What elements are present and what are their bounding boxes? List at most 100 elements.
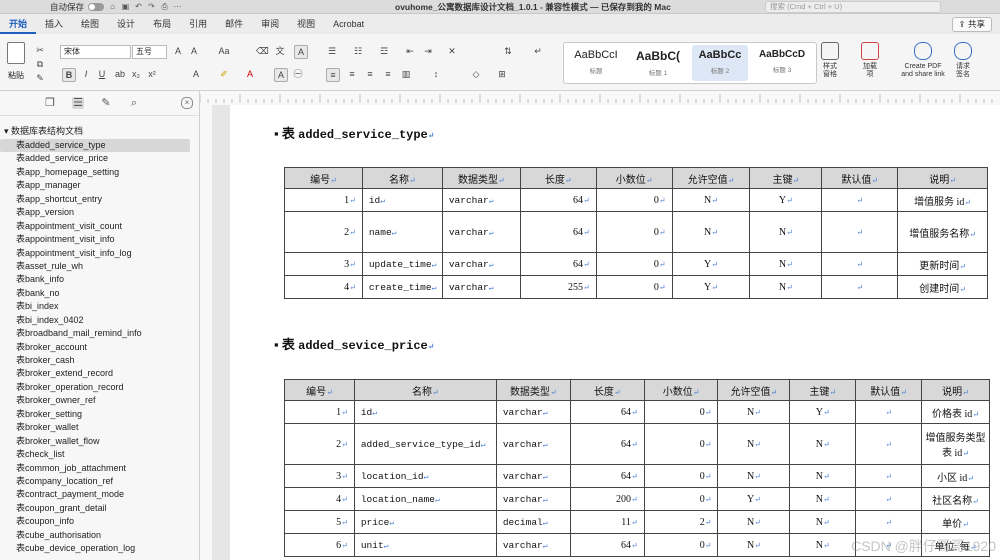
table-cell[interactable]: 增值服务名称↵ (897, 211, 988, 253)
table-cell[interactable]: 64↵ (569, 464, 645, 488)
table-cell[interactable]: 2↵ (643, 510, 719, 534)
table-cell[interactable]: 3↵ (284, 464, 355, 488)
bullets-icon[interactable]: ☰ (326, 45, 338, 57)
table-cell[interactable]: ↵ (855, 510, 923, 534)
table-cell[interactable]: ↵ (855, 400, 923, 424)
column-header[interactable]: 说明↵ (897, 167, 988, 189)
superscript-icon[interactable]: x² (146, 68, 158, 80)
more-icon[interactable]: ⋯ (173, 2, 182, 11)
nav-heading-item[interactable]: 表broker_extend_record (0, 367, 199, 380)
nav-heading-item[interactable]: 表app_homepage_setting (0, 166, 199, 179)
table-cell[interactable]: varchar↵ (495, 423, 571, 465)
nav-heading-item[interactable]: 表appointment_visit_count (0, 220, 199, 233)
horizontal-ruler[interactable] (199, 91, 1000, 106)
table-cell[interactable]: 0↵ (643, 464, 719, 488)
style-heading-2[interactable]: AaBbCc 标题 2 (692, 45, 748, 81)
table-cell[interactable]: N↵ (717, 400, 791, 424)
nav-heading-item[interactable]: 表broadband_mail_remind_info (0, 327, 199, 340)
table-cell[interactable]: 1↵ (284, 400, 355, 424)
nav-heading-item[interactable]: 表bi_index_0402 (0, 314, 199, 327)
nav-heading-item[interactable]: 表added_service_price (0, 152, 199, 165)
font-color-icon[interactable]: A (244, 68, 256, 80)
table-cell[interactable]: Y↵ (717, 487, 791, 511)
strikethrough-icon[interactable]: ab (114, 68, 126, 80)
cut-icon[interactable]: ✂ (34, 44, 46, 56)
tab-layout[interactable]: 布局 (144, 14, 180, 34)
highlight-icon[interactable]: ✐ (218, 68, 230, 80)
table-cell[interactable]: 单价↵ (921, 510, 990, 534)
table-cell[interactable]: 创建时间↵ (897, 275, 988, 299)
table-cell[interactable]: 0↵ (643, 487, 719, 511)
column-header[interactable]: 名称↵ (353, 379, 497, 401)
table-cell[interactable]: N↵ (717, 464, 791, 488)
format-painter-icon[interactable]: ✎ (34, 72, 46, 84)
table-cell[interactable]: 5↵ (284, 510, 355, 534)
char-shading-icon[interactable]: A (274, 68, 288, 82)
table-cell[interactable]: ↵ (821, 188, 899, 212)
decrease-indent-icon[interactable]: ⇤ (404, 45, 416, 57)
table-cell[interactable]: location_id↵ (353, 464, 497, 488)
bold-icon[interactable]: B (62, 68, 76, 82)
tab-home[interactable]: 开始 (0, 14, 37, 34)
nav-heading-item[interactable]: 表app_shortcut_entry (0, 193, 199, 206)
table-cell[interactable]: 价格表 id↵ (921, 400, 990, 424)
table-cell[interactable]: 0↵ (595, 275, 673, 299)
styles-pane-button[interactable]: 样式 窗格 (818, 42, 842, 79)
column-header[interactable]: 允许空值↵ (671, 167, 751, 189)
column-header[interactable]: 长度↵ (519, 167, 597, 189)
table-cell[interactable]: 0↵ (643, 400, 719, 424)
column-header[interactable]: 默认值↵ (821, 167, 899, 189)
table-cell[interactable]: varchar↵ (495, 464, 571, 488)
table-cell[interactable]: N↵ (717, 510, 791, 534)
table-cell[interactable]: id↵ (361, 188, 443, 212)
copy-icon[interactable]: ⧉ (34, 58, 46, 70)
addins-button[interactable]: 加载 项 (858, 42, 882, 79)
nav-heading-item[interactable]: 表broker_setting (0, 408, 199, 421)
table-cell[interactable]: N↵ (717, 423, 791, 465)
table-cell[interactable]: 增值服务 id↵ (897, 188, 988, 212)
grow-font-icon[interactable]: A (172, 45, 184, 57)
table-cell[interactable]: added_service_type_id↵ (353, 423, 497, 465)
increase-indent-icon[interactable]: ⇥ (422, 45, 434, 57)
column-header[interactable]: 说明↵ (921, 379, 990, 401)
text-effects-icon[interactable]: A (190, 68, 202, 80)
table-cell[interactable]: 小区 id↵ (921, 464, 990, 488)
pages-icon[interactable]: ❐ (44, 97, 56, 109)
table-cell[interactable]: 255↵ (519, 275, 597, 299)
table-cell[interactable]: location_name↵ (353, 487, 497, 511)
table-cell[interactable]: varchar↵ (441, 188, 521, 212)
table-cell[interactable]: N↵ (789, 533, 857, 557)
column-header[interactable]: 主键↵ (749, 167, 823, 189)
undo-icon[interactable]: ↶ (134, 2, 143, 11)
nav-heading-item[interactable]: 表bank_info (0, 273, 199, 286)
table-cell[interactable]: varchar↵ (441, 211, 521, 253)
nav-heading-item[interactable]: 表common_job_attachment (0, 462, 199, 475)
home-icon[interactable]: ⌂ (108, 2, 117, 11)
table-cell[interactable]: 200↵ (569, 487, 645, 511)
nav-heading-item[interactable]: 表cube_device_operation_log (0, 542, 199, 555)
table-cell[interactable]: name↵ (361, 211, 443, 253)
column-header[interactable]: 名称↵ (361, 167, 443, 189)
numbering-icon[interactable]: ☷ (352, 45, 364, 57)
justify-icon[interactable]: ≡ (382, 68, 394, 80)
column-header[interactable]: 允许空值↵ (717, 379, 791, 401)
clear-format-icon[interactable]: ⌫ (256, 45, 269, 57)
print-icon[interactable]: ⎙ (160, 2, 169, 11)
table-cell[interactable]: varchar↵ (441, 275, 521, 299)
column-header[interactable]: 数据类型↵ (441, 167, 521, 189)
nav-heading-item[interactable]: 表broker_account (0, 341, 199, 354)
table-cell[interactable]: 1↵ (284, 188, 363, 212)
table-cell[interactable]: 4↵ (284, 275, 363, 299)
sort-icon[interactable]: ⇅ (502, 45, 514, 57)
nav-root-heading[interactable]: ▾ 数据库表结构文档 (0, 116, 199, 139)
table-cell[interactable]: id↵ (353, 400, 497, 424)
save-icon[interactable]: ▣ (121, 2, 130, 11)
table-cell[interactable]: ↵ (855, 423, 923, 465)
table-cell[interactable]: 增值服务类型表 id↵ (921, 423, 990, 465)
table-cell[interactable]: N↵ (671, 211, 751, 253)
style-heading-1[interactable]: AaBbC( 标题 1 (630, 45, 686, 81)
phonetic-icon[interactable]: 文 (274, 45, 286, 57)
nav-heading-item[interactable]: 表appointment_visit_info_log (0, 247, 199, 260)
headings-icon[interactable]: ☰ (72, 97, 84, 109)
shading-icon[interactable]: ◇ (470, 68, 482, 80)
